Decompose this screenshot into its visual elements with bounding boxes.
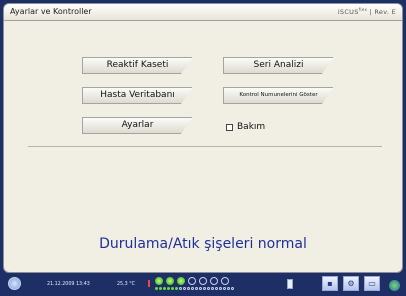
mini-status-light <box>223 287 226 290</box>
mini-status-light <box>219 287 222 290</box>
mini-status-light <box>179 287 182 290</box>
brand-superscript: flex <box>358 7 368 12</box>
window-title: Ayarlar ve Kontroller <box>10 7 92 16</box>
mini-status-light <box>227 287 230 290</box>
mini-status-light <box>199 287 202 290</box>
reagent-cassette-label: Reaktif Kaseti <box>106 60 169 70</box>
monitor-icon[interactable]: ▪ <box>322 276 338 291</box>
patient-database-label: Hasta Veritabanı <box>100 90 175 100</box>
status-light <box>155 277 163 285</box>
title-bar: Ayarlar ve Kontroller iSCUSflex | Rev. E <box>4 4 402 21</box>
datetime-display: 21.12.2009 13:43 <box>47 282 90 287</box>
mini-status-light <box>207 287 210 290</box>
show-control-samples-button[interactable]: Kontrol Numunelerini Göster <box>223 87 334 104</box>
mini-status-light <box>171 287 174 290</box>
gear-icon[interactable]: ⚙ <box>343 276 359 291</box>
status-message: Durulama/Atık şişeleri normal <box>99 236 307 252</box>
series-analysis-label: Seri Analizi <box>253 60 304 70</box>
status-light <box>199 277 207 285</box>
taskbar: 21.12.2009 13:43 25,3 °C ▪ ⚙ ▭ <box>0 273 406 296</box>
settings-label: Ayarlar <box>121 120 154 130</box>
mini-status-light <box>159 287 162 290</box>
series-analysis-button[interactable]: Seri Analizi <box>223 57 334 74</box>
maintenance-label: Bakım <box>237 122 266 132</box>
brand-revision: | Rev. E <box>369 8 396 17</box>
mini-status-light <box>211 287 214 290</box>
status-light <box>188 277 196 285</box>
mini-status-light <box>231 287 234 290</box>
status-light <box>166 277 174 285</box>
settings-button[interactable]: Ayarlar <box>82 117 193 134</box>
brand-label: iSCUSflex | Rev. E <box>338 7 396 16</box>
status-light <box>177 277 185 285</box>
temperature-display: 25,3 °C <box>117 282 135 287</box>
divider <box>28 146 382 147</box>
mini-status-light <box>215 287 218 290</box>
main-window: Ayarlar ve Kontroller iSCUSflex | Rev. E… <box>3 3 403 273</box>
mini-status-light <box>163 287 166 290</box>
mini-status-light <box>175 287 178 290</box>
brand-name: iSCUS <box>337 8 359 17</box>
globe-icon[interactable] <box>389 280 400 291</box>
status-light <box>210 277 218 285</box>
mini-status-light <box>195 287 198 290</box>
maintenance-checkbox[interactable] <box>226 123 233 131</box>
mini-status-light <box>203 287 206 290</box>
bottle-icon[interactable] <box>287 279 293 289</box>
temperature-indicator <box>148 280 150 287</box>
status-lights <box>155 277 243 291</box>
status-light <box>221 277 229 285</box>
maintenance-option[interactable]: Bakım <box>226 122 265 132</box>
mini-status-light <box>155 287 158 290</box>
mini-status-light <box>167 287 170 290</box>
mini-status-light <box>191 287 194 290</box>
power-icon[interactable] <box>8 277 21 290</box>
patient-database-button[interactable]: Hasta Veritabanı <box>82 87 193 104</box>
show-control-samples-label: Kontrol Numunelerini Göster <box>239 92 318 98</box>
reagent-cassette-button[interactable]: Reaktif Kaseti <box>82 57 193 74</box>
mini-status-light <box>187 287 190 290</box>
mini-status-light <box>183 287 186 290</box>
folder-icon[interactable]: ▭ <box>364 276 380 291</box>
